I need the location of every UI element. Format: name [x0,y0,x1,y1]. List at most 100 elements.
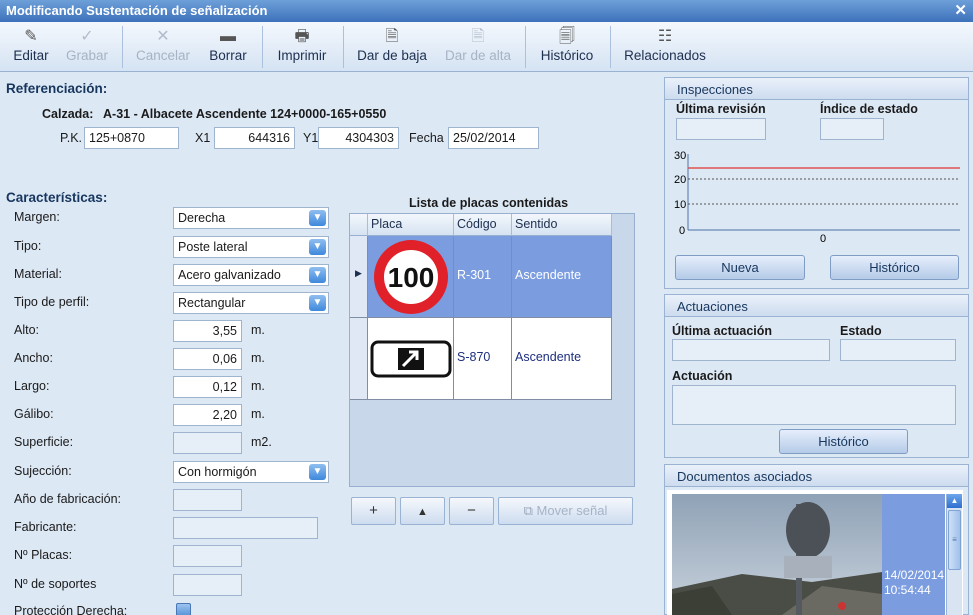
x-icon: ✕ [156,28,170,45]
grabar-button[interactable]: ✓ Grabar [62,22,112,72]
document-add-icon: 🗎 [471,28,485,45]
estado-field[interactable] [840,339,956,361]
editar-button[interactable]: ✎ Editar [10,22,52,72]
estado-label: Estado [840,324,882,338]
photo-caption: 14/02/2014 10:54:44 [882,494,945,615]
document-photo[interactable] [672,494,882,615]
ancho-field[interactable]: 0,06 [173,348,242,370]
fabricante-field[interactable] [173,517,318,539]
y-tick: 10 [674,199,686,211]
nueva-inspeccion-button[interactable]: Nueva [675,255,805,280]
superficie-field[interactable] [173,432,242,454]
minus-icon: − [467,502,476,519]
indice-label: Índice de estado [820,102,918,116]
row-header-corner [350,214,368,236]
margen-label: Margen: [14,210,60,224]
proteccion-label: Protección Derecha: [14,604,128,615]
fecha-field[interactable]: 25/02/2014 [448,127,539,149]
galibo-unit: m. [251,407,265,421]
largo-unit: m. [251,379,265,393]
caracteristicas-title: Características: [6,190,108,205]
historico-button[interactable]: 🗐 Histórico [536,22,598,72]
scroll-thumb[interactable]: ≡ [948,510,961,570]
chevron-down-icon[interactable]: ▼ [309,464,326,480]
chevron-down-icon[interactable]: ▼ [309,210,326,226]
ultima-actuacion-field[interactable] [672,339,830,361]
nsoportes-label: Nº de soportes [14,577,97,591]
relacionados-button[interactable]: ☷ Relacionados [621,22,709,72]
perfil-select[interactable]: Rectangular ▼ [173,292,329,314]
photo-date: 14/02/2014 [884,568,945,582]
actuacion-field[interactable] [672,385,956,425]
dar-de-alta-button[interactable]: 🗎 Dar de alta [442,22,514,72]
material-select[interactable]: Acero galvanizado ▼ [173,264,329,286]
proteccion-checkbox[interactable] [176,603,191,615]
col-sentido[interactable]: Sentido [512,214,612,236]
toolbar-separator [610,26,611,68]
margen-select[interactable]: Derecha ▼ [173,207,329,229]
y-tick: 0 [679,225,685,237]
documentos-title: Documentos asociados [665,465,968,487]
indice-field[interactable] [820,118,884,140]
superficie-unit: m2. [251,435,272,449]
referenciacion-title: Referenciación: [6,81,108,96]
add-placa-button[interactable]: + [351,497,396,525]
fabricante-label: Fabricante: [14,520,77,534]
tipo-select[interactable]: Poste lateral ▼ [173,236,329,258]
move-up-button[interactable]: ▲ [400,497,445,525]
photo-time: 10:54:44 [884,583,931,597]
remove-placa-button[interactable]: − [449,497,494,525]
toolbar-separator [262,26,263,68]
nplacas-field[interactable] [173,545,242,567]
pk-field[interactable]: 125+0870 [84,127,179,149]
alto-field[interactable]: 3,55 [173,320,242,342]
dar-de-baja-button[interactable]: 🗎 Dar de baja [355,22,429,72]
galibo-label: Gálibo: [14,407,54,421]
scroll-up-icon[interactable]: ▲ [947,494,962,508]
minus-icon: ▬ [220,28,236,45]
chevron-down-icon[interactable]: ▼ [309,295,326,311]
placas-title: Lista de placas contenidas [409,196,569,210]
mover-senal-button[interactable]: ⧉ Mover señal [498,497,633,525]
col-placa[interactable]: Placa [368,214,454,236]
y1-field[interactable]: 4304303 [318,127,399,149]
tipo-label: Tipo: [14,239,42,253]
table-row[interactable]: ▶ 100 R-301 Ascendente [350,236,612,318]
historico-actuaciones-button[interactable]: Histórico [779,429,908,454]
y-tick: 30 [674,150,686,162]
cancelar-button[interactable]: ✕ Cancelar [134,22,192,72]
inspecciones-title: Inspecciones [665,78,968,100]
pencil-icon: ✎ [24,28,38,45]
alto-unit: m. [251,323,265,337]
anio-field[interactable] [173,489,242,511]
alto-label: Alto: [14,323,40,337]
material-label: Material: [14,267,62,281]
direction-arrow-sign-icon [370,340,452,378]
placa-cell [368,318,454,400]
actuacion-label: Actuación [672,369,733,383]
nplacas-label: Nº Placas: [14,548,73,562]
toolbar-separator [122,26,123,68]
superficie-label: Superficie: [14,435,74,449]
chevron-down-icon[interactable]: ▼ [309,239,326,255]
document-remove-icon: 🗎 [385,28,399,45]
documentos-scrollbar[interactable]: ▲ ≡ [946,494,962,615]
imprimir-button[interactable]: 🖶 Imprimir [271,22,333,72]
historico-inspecciones-button[interactable]: Histórico [830,255,959,280]
galibo-field[interactable]: 2,20 [173,404,242,426]
largo-field[interactable]: 0,12 [173,376,242,398]
codigo-cell: S-870 [454,318,512,400]
ultima-revision-field[interactable] [676,118,766,140]
nsoportes-field[interactable] [173,574,242,596]
hierarchy-icon: ☷ [657,28,673,45]
perfil-label: Tipo de perfil: [14,295,90,309]
chevron-down-icon[interactable]: ▼ [309,267,326,283]
sentido-cell: Ascendente [512,236,612,318]
toolbar: ✎ Editar ✓ Grabar ✕ Cancelar ▬ Borrar 🖶 … [0,22,973,72]
table-row[interactable]: S-870 Ascendente [350,318,612,400]
x1-field[interactable]: 644316 [214,127,295,149]
close-icon[interactable]: ✕ [954,1,967,19]
col-codigo[interactable]: Código [454,214,512,236]
borrar-button[interactable]: ▬ Borrar [205,22,251,72]
sujecion-select[interactable]: Con hormigón ▼ [173,461,329,483]
